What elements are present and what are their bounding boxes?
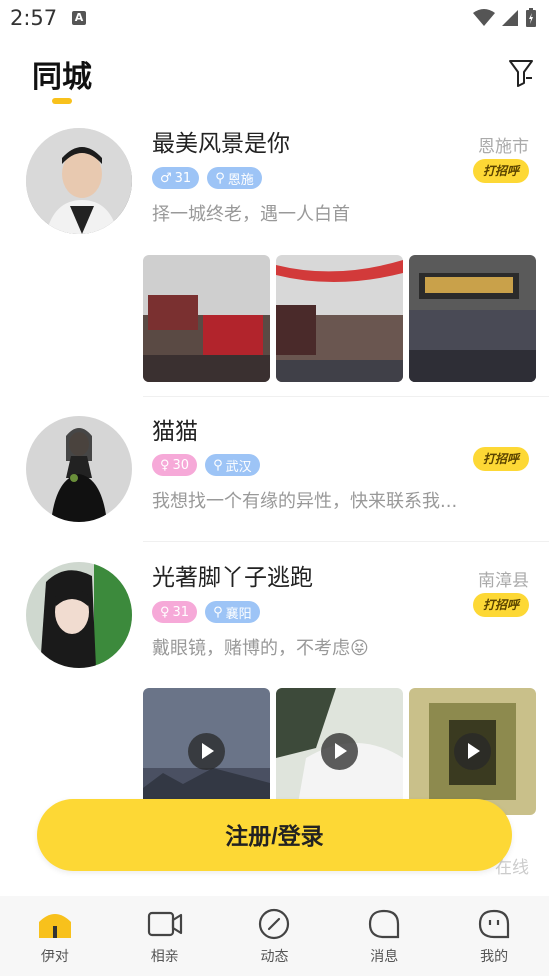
greet-button[interactable]: 打招呼 — [473, 159, 529, 183]
video-icon — [147, 908, 183, 940]
photo-thumbnail[interactable] — [409, 255, 536, 382]
tab-profile[interactable]: 我的 — [439, 896, 549, 976]
user-bio: 我想找一个有缘的异性，快来联系我... — [152, 491, 458, 512]
status-bar: 2:57 A — [0, 0, 549, 38]
play-icon[interactable] — [188, 733, 225, 770]
tab-home[interactable]: 伊对 — [0, 896, 110, 976]
play-icon[interactable] — [454, 733, 491, 770]
user-name[interactable]: 猫猫 — [152, 412, 198, 446]
video-grid — [143, 688, 536, 815]
filter-icon[interactable] — [507, 58, 535, 88]
tab-label: 相亲 — [150, 949, 179, 965]
bottom-tab-bar: 伊对 相亲 动态 消息 我的 — [0, 896, 549, 976]
message-icon — [366, 908, 402, 940]
user-tags: ♀ 31 ⚲ 襄阳 — [152, 601, 260, 623]
tab-label: 动态 — [260, 949, 289, 965]
location-tag: ⚲ 襄阳 — [205, 601, 260, 623]
user-city: 南漳县 — [478, 571, 529, 591]
photo-thumbnail[interactable] — [143, 255, 270, 382]
location-pin-icon: ⚲ — [213, 457, 223, 473]
profile-icon — [476, 908, 512, 940]
status-time: 2:57 — [10, 6, 58, 30]
signal-icon — [502, 10, 518, 26]
user-name[interactable]: 最美风景是你 — [152, 124, 290, 158]
photo-grid — [143, 255, 536, 382]
tab-messages[interactable]: 消息 — [329, 896, 439, 976]
avatar[interactable] — [26, 416, 132, 522]
compass-icon — [256, 908, 292, 940]
active-tab-indicator — [52, 98, 72, 104]
divider — [143, 541, 549, 542]
wifi-icon — [473, 9, 495, 26]
greet-button[interactable]: 打招呼 — [473, 447, 529, 471]
photo-thumbnail[interactable] — [276, 255, 403, 382]
gender-age-tag: ♀ 31 — [152, 601, 198, 623]
video-thumbnail[interactable] — [409, 688, 536, 815]
status-icons — [473, 8, 537, 28]
divider — [143, 396, 549, 397]
register-login-button[interactable]: 注册/登录 — [37, 799, 512, 871]
page-title[interactable]: 同城 — [32, 52, 92, 96]
user-tags: ♂ 31 ⚲ 恩施 — [152, 167, 262, 189]
location-tag: ⚲ 恩施 — [207, 167, 262, 189]
list-item[interactable]: 猫猫 打招呼 ♀ 30 ⚲ 武汉 我想找一个有缘的异性，快来联系我... — [0, 398, 549, 542]
user-tags: ♀ 30 ⚲ 武汉 — [152, 454, 260, 476]
video-thumbnail[interactable] — [143, 688, 270, 815]
home-icon — [37, 908, 73, 940]
avatar[interactable] — [26, 562, 132, 668]
gender-age-tag: ♂ 31 — [152, 167, 200, 189]
page-header: 同城 — [0, 38, 549, 118]
male-icon: ♂ — [160, 170, 172, 186]
tab-label: 伊对 — [40, 949, 69, 965]
tab-label: 我的 — [480, 949, 509, 965]
list-item[interactable]: 光著脚丫子逃跑 南漳县 打招呼 ♀ 31 ⚲ 襄阳 戴眼镜，赌博的，不考虑😝 — [0, 544, 549, 815]
avatar-image — [26, 128, 132, 234]
battery-icon — [526, 8, 536, 27]
gender-age-tag: ♀ 30 — [152, 454, 198, 476]
location-tag: ⚲ 武汉 — [205, 454, 260, 476]
avatar-image — [26, 416, 132, 522]
tab-label: 消息 — [370, 949, 399, 965]
greet-button[interactable]: 打招呼 — [473, 593, 529, 617]
location-pin-icon: ⚲ — [213, 604, 223, 620]
location-pin-icon: ⚲ — [215, 170, 225, 186]
female-icon: ♀ — [160, 457, 170, 473]
avatar-image — [26, 562, 132, 668]
list-item[interactable]: 最美风景是你 恩施市 打招呼 ♂ 31 ⚲ 恩施 择一城终老，遇一人白首 — [0, 118, 549, 397]
video-thumbnail[interactable] — [276, 688, 403, 815]
user-name[interactable]: 光著脚丫子逃跑 — [152, 558, 313, 592]
user-bio: 择一城终老，遇一人白首 — [152, 204, 350, 225]
user-bio: 戴眼镜，赌博的，不考虑😝 — [152, 638, 369, 659]
avatar[interactable] — [26, 128, 132, 234]
play-icon[interactable] — [321, 733, 358, 770]
notification-icon: A — [72, 11, 86, 25]
tab-moments[interactable]: 动态 — [220, 896, 330, 976]
user-city: 恩施市 — [478, 137, 529, 157]
tab-matchmaking[interactable]: 相亲 — [110, 896, 220, 976]
female-icon: ♀ — [160, 604, 170, 620]
